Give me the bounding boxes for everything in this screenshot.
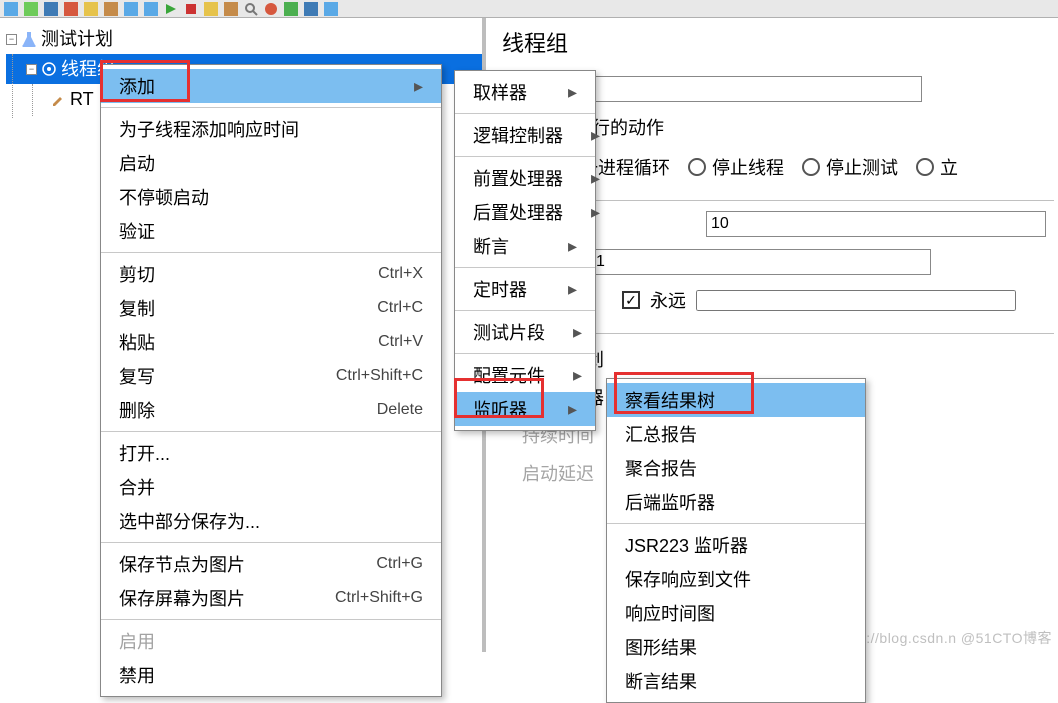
tree-sampler-label: RT <box>70 84 94 114</box>
menu-separator <box>101 107 441 108</box>
menu-merge[interactable]: 合并 <box>101 470 441 504</box>
context-menu-add: 取样器▸ 逻辑控制器▸ 前置处理器▸ 后置处理器▸ 断言▸ 定时器▸ 测试片段▸… <box>454 70 596 431</box>
menu-validate[interactable]: 验证 <box>101 214 441 248</box>
menu-delete[interactable]: 删除Delete <box>101 393 441 427</box>
loop-count-input[interactable] <box>696 290 1016 311</box>
menu-disable[interactable]: 禁用 <box>101 658 441 692</box>
radio-icon <box>688 158 706 176</box>
menu-separator <box>455 353 595 354</box>
toolbar <box>0 0 1058 18</box>
tree-twisty-icon[interactable] <box>26 64 37 75</box>
submenu-arrow-icon: ▸ <box>573 322 582 343</box>
menu-separator <box>455 113 595 114</box>
toolbar-icon-help[interactable] <box>264 2 278 16</box>
toolbar-icon-clear[interactable] <box>204 2 218 16</box>
menu-separator <box>101 431 441 432</box>
menu-pre-processor[interactable]: 前置处理器▸ <box>455 161 595 195</box>
startup-delay-label: 启动延迟 <box>522 460 594 486</box>
submenu-arrow-icon: ▸ <box>591 125 600 146</box>
radio-stop-now[interactable]: 立 <box>916 154 958 180</box>
menu-save-responses[interactable]: 保存响应到文件 <box>607 562 865 596</box>
toolbar-icon-save[interactable] <box>44 2 58 16</box>
tree-twisty-icon[interactable] <box>6 34 17 45</box>
toolbar-icon-run[interactable] <box>164 2 178 16</box>
toolbar-icon-cut[interactable] <box>64 2 78 16</box>
menu-graph-results[interactable]: 图形结果 <box>607 630 865 664</box>
menu-separator <box>455 310 595 311</box>
flask-icon <box>21 31 37 47</box>
menu-response-time-graph[interactable]: 响应时间图 <box>607 596 865 630</box>
toolbar-icon-paste[interactable] <box>104 2 118 16</box>
toolbar-icon-stop[interactable] <box>184 2 198 16</box>
toolbar-icon-open[interactable] <box>24 2 38 16</box>
menu-view-results-tree[interactable]: 察看结果树 <box>607 383 865 417</box>
menu-save-screen-img[interactable]: 保存屏幕为图片Ctrl+Shift+G <box>101 581 441 615</box>
menu-separator <box>101 542 441 543</box>
toolbar-icon-redo[interactable] <box>144 2 158 16</box>
menu-add[interactable]: 添加 ▸ <box>101 69 441 103</box>
menu-test-fragment[interactable]: 测试片段▸ <box>455 315 595 349</box>
menu-logic-controller[interactable]: 逻辑控制器▸ <box>455 118 595 152</box>
menu-separator <box>455 267 595 268</box>
menu-assertion-results[interactable]: 断言结果 <box>607 664 865 698</box>
submenu-arrow-icon: ▸ <box>568 399 577 420</box>
radio-icon <box>802 158 820 176</box>
menu-cut[interactable]: 剪切Ctrl+X <box>101 257 441 291</box>
menu-config-element[interactable]: 配置元件▸ <box>455 358 595 392</box>
toolbar-icon-search[interactable] <box>244 2 258 16</box>
toolbar-icon-script[interactable] <box>324 2 338 16</box>
menu-duplicate[interactable]: 复写Ctrl+Shift+C <box>101 359 441 393</box>
toolbar-icon-undo[interactable] <box>124 2 138 16</box>
forever-checkbox[interactable] <box>622 291 640 309</box>
forever-label: 永远 <box>650 287 686 313</box>
toolbar-icon-new[interactable] <box>4 2 18 16</box>
submenu-arrow-icon: ▸ <box>568 236 577 257</box>
menu-backend-listener[interactable]: 后端监听器 <box>607 485 865 519</box>
menu-open[interactable]: 打开... <box>101 436 441 470</box>
menu-post-processor[interactable]: 后置处理器▸ <box>455 195 595 229</box>
menu-start-no-pause[interactable]: 不停顿启动 <box>101 180 441 214</box>
context-menu-main: 添加 ▸ 为子线程添加响应时间 启动 不停顿启动 验证 剪切Ctrl+X 复制C… <box>100 64 442 697</box>
menu-sampler[interactable]: 取样器▸ <box>455 75 595 109</box>
tree-root-label: 测试计划 <box>41 24 113 54</box>
radio-icon <box>916 158 934 176</box>
submenu-arrow-icon: ▸ <box>568 279 577 300</box>
submenu-arrow-icon: ▸ <box>591 202 600 223</box>
menu-start[interactable]: 启动 <box>101 146 441 180</box>
watermark: https://blog.csdn.n @51CTO博客 <box>833 628 1052 648</box>
toolbar-icon-graph[interactable] <box>304 2 318 16</box>
submenu-arrow-icon: ▸ <box>573 365 582 386</box>
panel-title: 线程组 <box>502 26 1054 58</box>
menu-enable[interactable]: 启用 <box>101 624 441 658</box>
submenu-arrow-icon: ▸ <box>591 168 600 189</box>
menu-timer[interactable]: 定时器▸ <box>455 272 595 306</box>
tree-root-test-plan[interactable]: 测试计划 <box>6 24 482 54</box>
ramp-up-input[interactable] <box>591 249 931 275</box>
menu-listener[interactable]: 监听器▸ <box>455 392 595 426</box>
toolbar-icon-cloud[interactable] <box>284 2 298 16</box>
menu-separator <box>455 156 595 157</box>
gear-icon <box>41 61 57 77</box>
submenu-arrow-icon: ▸ <box>414 76 423 97</box>
menu-jsr223-listener[interactable]: JSR223 监听器 <box>607 528 865 562</box>
toolbar-icon-copy[interactable] <box>84 2 98 16</box>
menu-copy[interactable]: 复制Ctrl+C <box>101 291 441 325</box>
menu-assertion[interactable]: 断言▸ <box>455 229 595 263</box>
submenu-arrow-icon: ▸ <box>568 82 577 103</box>
menu-save-selection[interactable]: 选中部分保存为... <box>101 504 441 538</box>
menu-summary-report[interactable]: 汇总报告 <box>607 417 865 451</box>
radio-stop-test[interactable]: 停止测试 <box>802 154 898 180</box>
menu-separator <box>101 252 441 253</box>
pipette-icon <box>50 91 66 107</box>
menu-separator <box>607 523 865 524</box>
context-menu-listener: 察看结果树 汇总报告 聚合报告 后端监听器 JSR223 监听器 保存响应到文件… <box>606 378 866 703</box>
num-threads-input[interactable] <box>706 211 1046 237</box>
toolbar-icon-options[interactable] <box>224 2 238 16</box>
menu-save-node-img[interactable]: 保存节点为图片Ctrl+G <box>101 547 441 581</box>
menu-paste[interactable]: 粘贴Ctrl+V <box>101 325 441 359</box>
menu-aggregate-report[interactable]: 聚合报告 <box>607 451 865 485</box>
menu-separator <box>101 619 441 620</box>
menu-add-response-times[interactable]: 为子线程添加响应时间 <box>101 112 441 146</box>
radio-stop-thread[interactable]: 停止线程 <box>688 154 784 180</box>
